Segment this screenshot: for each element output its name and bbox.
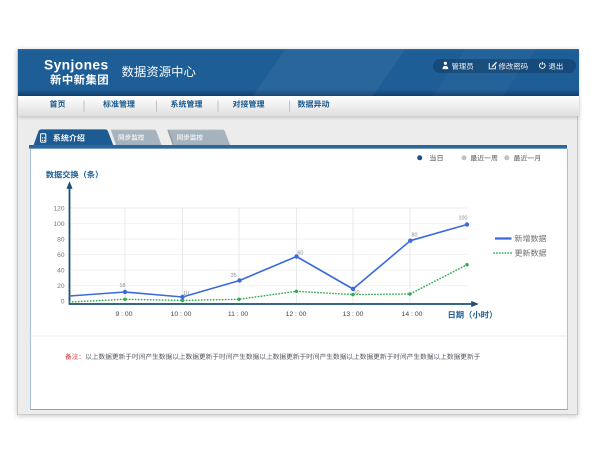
svg-text:10 : 00: 10 : 00	[171, 311, 192, 318]
svg-text:18: 18	[119, 283, 125, 289]
svg-text:100: 100	[459, 215, 468, 221]
svg-text:13 : 00: 13 : 00	[343, 311, 364, 318]
svg-text:20: 20	[57, 283, 65, 290]
svg-text:11 : 00: 11 : 00	[228, 311, 249, 318]
svg-text:12 : 00: 12 : 00	[286, 311, 307, 318]
svg-text:14 : 00: 14 : 00	[402, 311, 423, 318]
svg-text:9 : 00: 9 : 00	[115, 311, 132, 318]
svg-text:10: 10	[183, 291, 189, 297]
svg-text:10: 10	[354, 290, 360, 296]
svg-text:80: 80	[412, 233, 418, 239]
svg-text:120: 120	[53, 205, 64, 212]
svg-text:Synjones: Synjones	[44, 57, 109, 72]
svg-text:0: 0	[61, 298, 65, 305]
svg-text:35: 35	[231, 273, 237, 279]
svg-text:60: 60	[57, 252, 65, 259]
svg-text:40: 40	[57, 267, 65, 274]
svg-text:60: 60	[297, 250, 303, 256]
svg-text:100: 100	[53, 221, 64, 228]
svg-text:80: 80	[57, 236, 65, 243]
